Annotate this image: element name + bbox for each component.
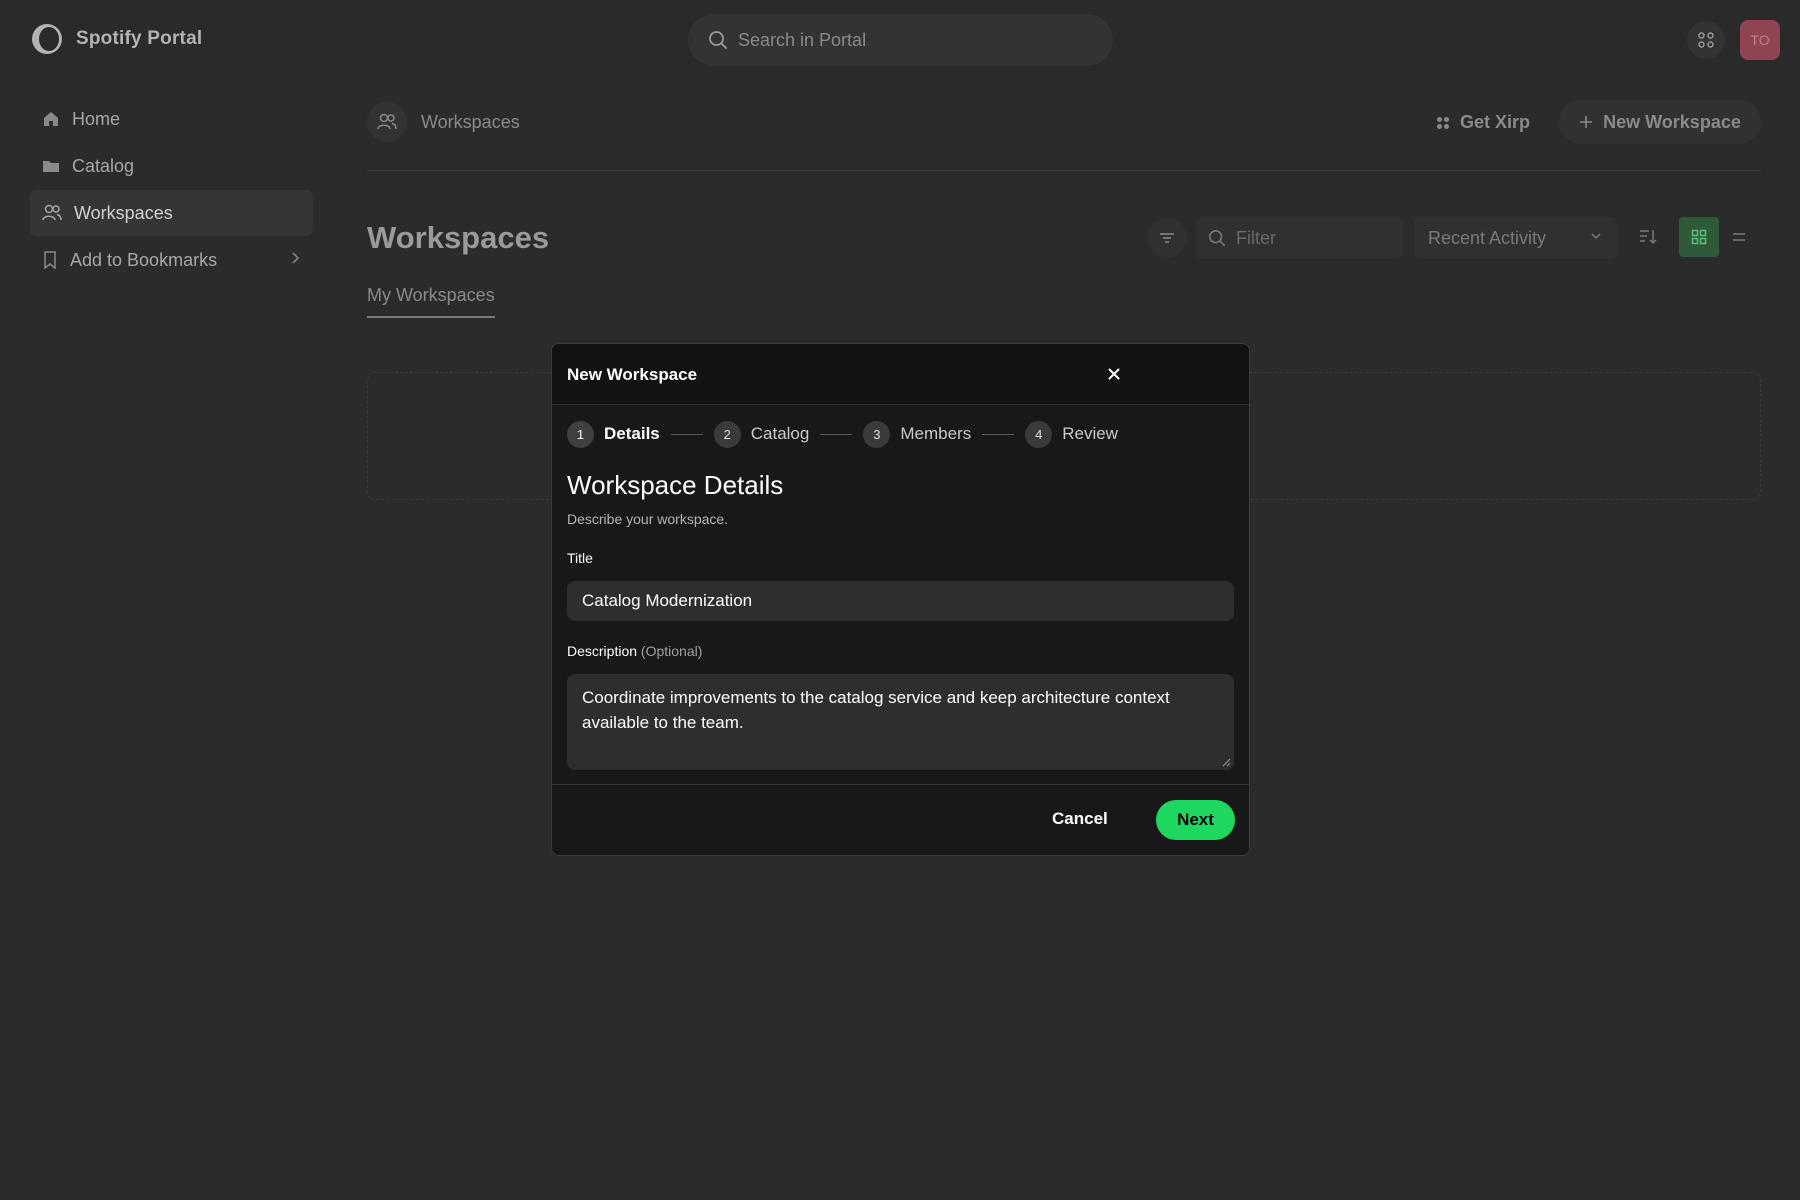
chevron-down-icon xyxy=(1591,233,1601,240)
sidebar-item-catalog[interactable]: Catalog xyxy=(30,143,313,189)
user-avatar[interactable]: TO xyxy=(1740,20,1780,60)
sidebar-item-workspaces[interactable]: Workspaces xyxy=(30,190,313,236)
header-divider xyxy=(367,170,1761,171)
step-connector xyxy=(670,433,703,435)
section-title: Workspace Details xyxy=(567,470,784,500)
sidebar-item-label: Home xyxy=(72,108,121,129)
title-input[interactable] xyxy=(567,581,1234,621)
grid-view-icon xyxy=(1691,229,1707,245)
app-logo[interactable]: Spotify Portal xyxy=(32,24,202,54)
section-subtitle: Describe your workspace. xyxy=(567,511,729,527)
optional-hint: (Optional) xyxy=(640,643,703,659)
filter-lines-icon xyxy=(1160,233,1174,243)
tab-my-workspaces[interactable]: My Workspaces xyxy=(367,285,495,318)
breadcrumb: Workspaces xyxy=(367,102,520,142)
filter-toggle-button[interactable] xyxy=(1147,218,1187,258)
home-icon xyxy=(44,112,58,126)
description-label-text: Description xyxy=(567,643,638,659)
step-connector xyxy=(982,433,1015,435)
new-workspace-dialog: New Workspace 1 Details 2 Catalog 3 Memb… xyxy=(551,343,1250,856)
sort-order-icon xyxy=(1640,230,1657,245)
top-bar: Spotify Portal TO xyxy=(0,0,1800,80)
list-view-icon xyxy=(1733,233,1745,241)
resize-handle-icon[interactable] xyxy=(1221,757,1231,767)
description-textarea[interactable]: Coordinate improvements to the catalog s… xyxy=(567,674,1234,770)
next-button[interactable]: Next xyxy=(1156,800,1235,840)
cancel-button[interactable]: Cancel xyxy=(1052,809,1108,829)
filter-field[interactable] xyxy=(1196,217,1403,259)
people-icon xyxy=(42,204,62,221)
close-icon xyxy=(1108,368,1120,380)
close-button[interactable] xyxy=(1098,358,1130,390)
list-view-button[interactable] xyxy=(1719,217,1759,257)
sort-select[interactable]: Recent Activity xyxy=(1414,217,1617,259)
step-number: 3 xyxy=(863,420,891,448)
description-field-label: Description (Optional) xyxy=(567,643,702,659)
step-catalog: 2 Catalog xyxy=(713,420,810,448)
global-search-input[interactable] xyxy=(738,29,1078,51)
app-root: Spotify Portal TO Home Catalog Workspace… xyxy=(0,0,1800,1200)
dialog-header: New Workspace xyxy=(552,344,1249,405)
bookmark-icon xyxy=(44,251,56,269)
step-label: Members xyxy=(900,424,972,443)
sidebar-item-label: Catalog xyxy=(72,155,135,176)
filter-input[interactable] xyxy=(1236,227,1386,249)
new-workspace-button[interactable]: New Workspace xyxy=(1559,100,1761,144)
step-number: 4 xyxy=(1025,420,1053,448)
sidebar: Home Catalog Workspaces Add to Bookmarks xyxy=(15,80,328,1185)
sidebar-item-home[interactable]: Home xyxy=(30,96,313,142)
step-label: Review xyxy=(1062,424,1118,443)
step-members: 3 Members xyxy=(863,420,972,448)
step-review: 4 Review xyxy=(1025,420,1118,448)
dialog-title: New Workspace xyxy=(567,365,698,384)
workspaces-people-icon xyxy=(367,102,407,142)
step-details: 1 Details xyxy=(567,420,660,448)
title-field-label: Title xyxy=(567,550,593,566)
step-connector xyxy=(820,433,853,435)
new-workspace-label: New Workspace xyxy=(1603,111,1741,132)
wizard-stepper: 1 Details 2 Catalog 3 Members 4 Review xyxy=(567,420,1118,448)
search-icon xyxy=(709,31,727,49)
xirp-icon xyxy=(1437,116,1449,129)
app-name: Spotify Portal xyxy=(76,28,203,49)
plus-icon xyxy=(1580,116,1593,128)
get-xirp-label: Get Xirp xyxy=(1460,112,1531,132)
sidebar-item-label: Workspaces xyxy=(74,202,173,223)
global-search[interactable] xyxy=(688,14,1113,66)
get-xirp-button[interactable]: Get Xirp xyxy=(1436,112,1530,133)
search-icon xyxy=(1208,229,1226,247)
sort-order-button[interactable] xyxy=(1628,217,1668,257)
apps-grid-icon xyxy=(1698,32,1714,48)
portal-logo-icon xyxy=(32,24,62,54)
chevron-right-icon xyxy=(292,252,300,264)
sidebar-item-label: Add to Bookmarks xyxy=(70,249,218,270)
step-number: 2 xyxy=(713,420,741,448)
step-label: Catalog xyxy=(750,424,810,443)
dialog-footer: Cancel Next xyxy=(552,784,1249,855)
sidebar-item-bookmarks[interactable]: Add to Bookmarks xyxy=(30,237,313,283)
page-title: Workspaces xyxy=(367,220,550,255)
breadcrumb-label[interactable]: Workspaces xyxy=(421,112,520,133)
step-number: 1 xyxy=(567,420,594,448)
apps-button[interactable] xyxy=(1687,21,1725,59)
step-label: Details xyxy=(604,424,660,443)
sort-select-value: Recent Activity xyxy=(1428,227,1547,248)
folder-icon xyxy=(43,161,59,172)
grid-view-button[interactable] xyxy=(1679,217,1719,257)
